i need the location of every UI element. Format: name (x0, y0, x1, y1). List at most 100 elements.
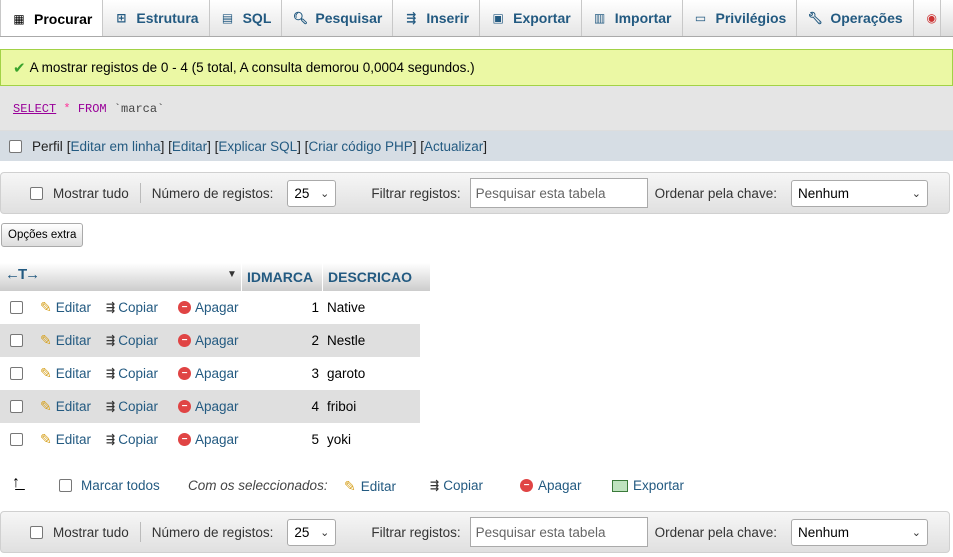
cell-idmarca: 3 (311, 366, 319, 381)
success-text: A mostrar registos de 0 - 4 (5 total, A … (29, 60, 475, 75)
row-checkbox[interactable] (10, 334, 23, 347)
copy-row-button[interactable]: ⇶ Copiar (106, 300, 158, 315)
rows-label: Número de registos: (151, 185, 274, 201)
query-actions-bar: Perfil [ Editar em linha ] [ Editar ] [ … (0, 131, 953, 161)
edit-query-link[interactable]: Editar (172, 139, 207, 154)
show-all-checkbox[interactable] (30, 186, 43, 200)
sql-query-box: SELECT * FROM `marca` (0, 86, 953, 131)
pencil-icon: ✎ (40, 299, 52, 315)
divider (139, 183, 141, 203)
arrow-up-left-icon: ↑̲̲̲ (12, 474, 20, 491)
cell-idmarca: 1 (311, 300, 319, 315)
filter-label: Filtrar registos: (371, 524, 461, 540)
export-icon: ▣ (492, 11, 504, 25)
extra-options-button[interactable]: Opções extra (1, 223, 84, 247)
table-row: ✎ Editar ⇶ Copiar − Apagar 3 garoto (0, 357, 420, 390)
operations-icon: 🔧︎ (807, 11, 823, 25)
filter-input[interactable]: Pesquisar esta tabela (469, 517, 648, 547)
copy-icon: ⇶ (106, 368, 115, 380)
tab-more[interactable]: ◉ (913, 0, 941, 36)
bulk-copy-button[interactable]: ⇶ Copiar (430, 478, 483, 493)
table-row: ✎ Editar ⇶ Copiar − Apagar 5 yoki (0, 423, 420, 456)
delete-row-button[interactable]: − Apagar (178, 399, 239, 414)
insert-icon: ⇶ (406, 11, 417, 25)
edit-label: Editar (55, 333, 92, 348)
chevron-down-icon: ⌄ (911, 526, 921, 539)
edit-row-button[interactable]: ✎ Editar (40, 365, 91, 382)
bulk-delete-label: Apagar (538, 478, 582, 493)
edit-row-button[interactable]: ✎ Editar (40, 398, 91, 415)
delete-icon: − (178, 433, 191, 446)
bulk-edit-button[interactable]: ✎ Editar (344, 478, 396, 495)
column-header-idmarca[interactable]: IDMARCA (241, 263, 321, 291)
pencil-icon: ✎ (40, 332, 52, 348)
delete-icon: − (178, 400, 191, 413)
edit-row-button[interactable]: ✎ Editar (40, 299, 91, 316)
column-header-descricao[interactable]: DESCRICAO (322, 263, 418, 291)
delete-label: Apagar (195, 300, 239, 315)
tab-structure[interactable]: ⊞ Estrutura (103, 0, 210, 36)
rows-select[interactable]: 25 ⌄ (287, 518, 337, 546)
profiling-checkbox[interactable] (9, 139, 22, 153)
explain-sql-link[interactable]: Explicar SQL (218, 139, 297, 154)
pencil-icon: ✎ (40, 365, 52, 381)
tab-browse[interactable]: ▦ Procurar (0, 0, 104, 36)
create-php-link[interactable]: Criar código PHP (308, 139, 412, 154)
row-checkbox[interactable] (10, 433, 23, 446)
copy-icon: ⇶ (106, 335, 115, 347)
copy-row-button[interactable]: ⇶ Copiar (106, 366, 158, 381)
chevron-down-icon: ⌄ (911, 187, 921, 200)
copy-row-button[interactable]: ⇶ Copiar (106, 333, 158, 348)
copy-row-button[interactable]: ⇶ Copiar (106, 432, 158, 447)
edit-row-button[interactable]: ✎ Editar (40, 431, 91, 448)
tracking-icon: ◉ (926, 11, 937, 25)
tab-export[interactable]: ▣ Exportar (480, 0, 582, 36)
filter-input[interactable]: Pesquisar esta tabela (469, 178, 648, 208)
row-checkbox[interactable] (10, 301, 23, 314)
table-row: ✎ Editar ⇶ Copiar − Apagar 2 Nestle (0, 324, 420, 357)
refresh-link[interactable]: Actualizar (424, 139, 483, 154)
tab-label: Operações (830, 10, 903, 26)
row-checkbox[interactable] (10, 400, 23, 413)
table-row: ✎ Editar ⇶ Copiar − Apagar 4 friboi (0, 390, 420, 423)
tab-insert[interactable]: ⇶ Inserir (393, 0, 481, 36)
bulk-delete-button[interactable]: − Apagar (520, 478, 582, 493)
show-all-checkbox[interactable] (30, 525, 43, 539)
delete-label: Apagar (195, 333, 239, 348)
sort-arrow-icon[interactable]: ▼ (227, 269, 237, 280)
copy-label: Copiar (118, 366, 158, 381)
tab-sql[interactable]: ▤ SQL (209, 0, 283, 36)
bulk-export-label: Exportar (633, 478, 685, 493)
cell-descricao: garoto (327, 366, 366, 381)
delete-row-button[interactable]: − Apagar (178, 366, 239, 381)
copy-row-button[interactable]: ⇶ Copiar (106, 399, 158, 414)
delete-row-button[interactable]: − Apagar (178, 300, 239, 315)
inline-edit-link[interactable]: Editar em linha (71, 139, 161, 154)
sort-select[interactable]: Nenhum ⌄ (790, 518, 928, 546)
bulk-edit-label: Editar (360, 479, 397, 494)
delete-row-button[interactable]: − Apagar (178, 333, 239, 348)
sql-star: * (63, 102, 71, 116)
bulk-export-button[interactable]: Exportar (612, 478, 684, 493)
delete-row-button[interactable]: − Apagar (178, 432, 239, 447)
rows-select[interactable]: 25 ⌄ (287, 179, 337, 207)
column-label: DESCRICAO (328, 269, 413, 285)
tab-privileges[interactable]: ▭ Privilégios (682, 0, 798, 36)
pencil-icon: ✎ (40, 398, 52, 414)
show-all-label: Mostrar tudo (53, 524, 129, 540)
column-resize-icon[interactable]: ←T→ (5, 266, 40, 283)
select-all-checkbox[interactable] (59, 479, 72, 492)
select-all-label[interactable]: Marcar todos (81, 478, 160, 493)
filter-label: Filtrar registos: (371, 185, 461, 201)
tab-search[interactable]: 🔍︎ Pesquisar (282, 0, 394, 36)
sort-select[interactable]: Nenhum ⌄ (790, 179, 928, 207)
tab-operations[interactable]: 🔧︎ Operações (797, 0, 914, 36)
tab-label: Privilégios (715, 10, 787, 26)
tab-import[interactable]: ▥ Importar (581, 0, 683, 36)
copy-icon: ⇶ (106, 302, 115, 314)
row-checkbox[interactable] (10, 367, 23, 380)
sql-keyword-from: FROM (77, 102, 107, 116)
edit-row-button[interactable]: ✎ Editar (40, 332, 91, 349)
select-all-control[interactable]: Marcar todos (59, 478, 160, 493)
sort-label: Ordenar pela chave: (654, 524, 777, 540)
